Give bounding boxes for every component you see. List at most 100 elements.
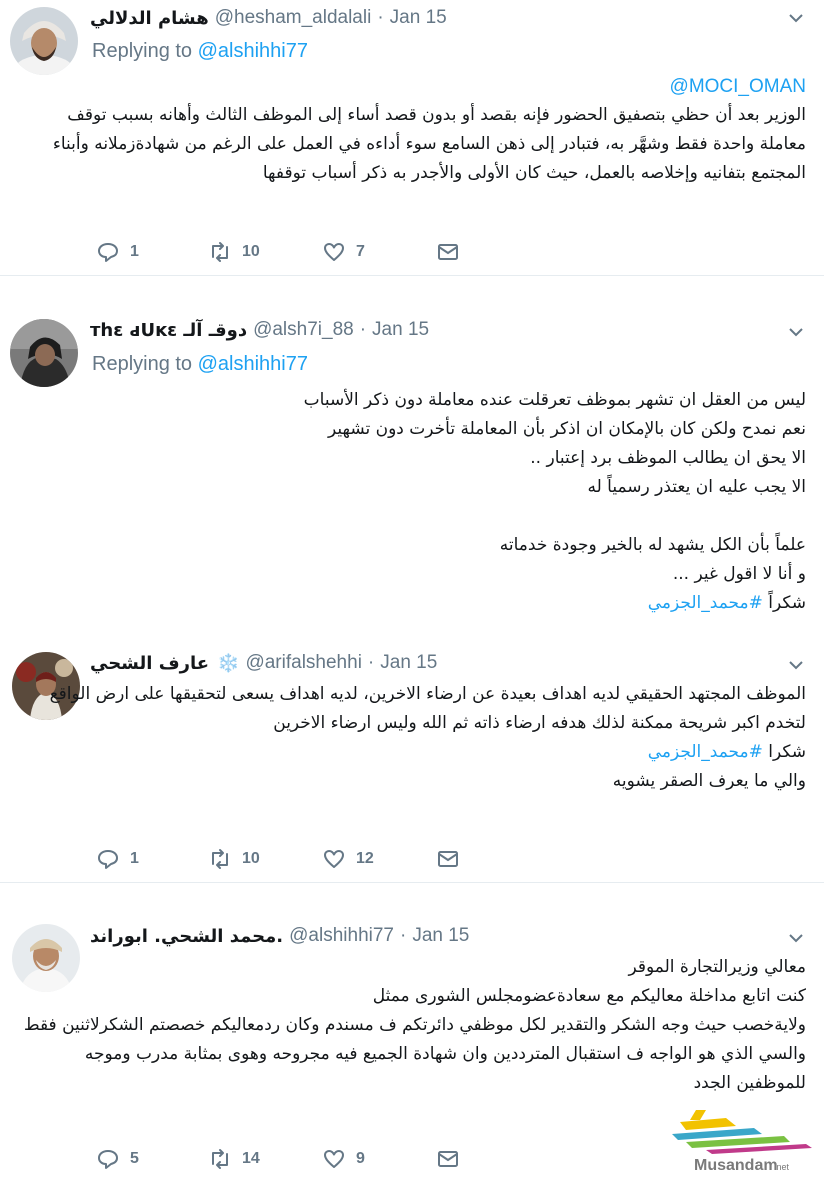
user-handle[interactable]: @arifalshehhi [245,652,361,674]
user-handle[interactable]: @alsh7i_88 [253,319,354,341]
text-line: المجتمع بتفانيه وإخلاصه بالعمل، حيث كان … [262,163,806,183]
tweet-text: الموظف المجتهد الحقيقي لديه اهداف بعيدة … [49,680,806,796]
like-button[interactable]: 12 [322,847,436,871]
direct-message-button[interactable] [436,240,460,264]
text-line: ولايةخصب حيث وجه الشكر والتقدير لكل موظف… [23,1015,806,1035]
tweet-actions: 1 10 7 [96,238,460,266]
retweet-icon [212,1149,228,1169]
retweet-button[interactable]: 10 [208,847,322,871]
tweet-text: ليس من العقل ان تشهر بموظف تعرقلت عنده م… [86,386,806,618]
tweet-header: ᴛһε ԁUĸε دوقـ آلـ @alsh7i_88 · Jan 15 [90,317,429,343]
tweet-divider [0,275,824,276]
user-handle[interactable]: @alshihhi77 [289,925,394,947]
snowflake-icon: ❄️ [217,652,240,674]
text-line: الا يحق ان يطالب الموظف برد إعتبار .. [530,448,806,468]
text-line: علماً بأن الكل يشهد له بالخير وجودة خدما… [499,535,806,555]
tweet-date[interactable]: Jan 15 [372,319,429,341]
display-name[interactable]: هشام الدلالي [90,8,209,29]
retweet-count: 14 [242,1150,260,1167]
chevron-down-icon[interactable] [786,928,806,948]
replying-to-link[interactable]: @alshihhi77 [198,353,308,375]
envelope-icon [438,244,458,260]
tweet-date[interactable]: Jan 15 [380,652,437,674]
tweet-header: محمد الشحي. ابوراند. @alshihhi77 · Jan 1… [90,923,469,949]
tweet-text: معالي وزيرالتجارة الموقر كنت اتابع مداخل… [23,953,807,1098]
display-name[interactable]: ᴛһε ԁUĸε دوقـ آلـ [90,320,247,341]
tweet-divider [0,882,824,883]
tweet-header: هشام الدلالي @hesham_aldalali · Jan 15 [90,5,447,31]
avatar[interactable] [10,319,78,387]
tweet-text: @MOCI_OMAN الوزير بعد أن حظي بتصفيق الحض… [52,72,806,188]
reply-icon [98,850,118,869]
heart-icon [324,243,344,261]
tweet-actions: 1 10 12 [96,845,460,873]
like-count: 12 [356,850,374,867]
reply-button[interactable]: 5 [96,1147,208,1171]
heart-icon [324,850,344,868]
avatar[interactable] [12,924,80,992]
hashtag-link[interactable]: #محمد_الجزمي [648,742,763,762]
text-line [86,502,806,531]
text-line: والسي الذي هو الواجه ف استقبال المترددين… [84,1044,806,1064]
envelope-icon [438,851,458,867]
text-line: كنت اتابع مداخلة معاليكم مع سعادةعضومجلس… [372,986,806,1006]
reply-button[interactable]: 1 [96,240,208,264]
envelope-icon [438,1151,458,1167]
text-line: ليس من العقل ان تشهر بموظف تعرقلت عنده م… [303,390,806,410]
like-button[interactable]: 9 [322,1147,436,1171]
chevron-down-icon[interactable] [786,655,806,675]
reply-count: 1 [130,850,139,867]
replying-to: Replying to @alshihhi77 [92,353,308,376]
watermark-logo: Musandam .net [666,1104,816,1174]
reply-count: 1 [130,243,139,260]
separator-dot: · [367,652,375,673]
tweet-date[interactable]: Jan 15 [412,925,469,947]
reply-button[interactable]: 1 [96,847,208,871]
reply-count: 5 [130,1150,139,1167]
direct-message-button[interactable] [436,1147,460,1171]
like-count: 7 [356,243,365,260]
chevron-down-icon[interactable] [786,322,806,342]
tweet-3[interactable]: عارف الشحي ❄️ @arifalshehhi · Jan 15 الم… [0,640,824,880]
text-line: معاملة واحدة فقط وشهَّر به، فتبادر إلى ذ… [52,134,806,154]
replying-prefix: Replying to [92,353,193,375]
text-line: الا يجب عليه ان يعتذر رسمياً له [587,477,806,497]
watermark-text: Musandam [694,1157,778,1174]
tweet-date[interactable]: Jan 15 [390,7,447,29]
retweet-button[interactable]: 14 [208,1147,322,1171]
text-line: لتخدم اكبر شريحة ممكنة لذلك هدفه ارضاء ذ… [273,713,806,733]
text-line: نعم نمدح ولكن كان بالإمكان ان اذكر بأن ا… [327,419,806,439]
tweet-1[interactable]: هشام الدلالي @hesham_aldalali · Jan 15 R… [0,0,824,274]
text-line: والي ما يعرف الصقر يشويه [612,771,806,791]
text-line: الوزير بعد أن حظي بتصفيق الحضور فإنه بقص… [67,105,806,125]
hashtag-link[interactable]: #محمد_الجزمي [648,593,763,613]
like-button[interactable]: 7 [322,240,436,264]
retweet-count: 10 [242,243,260,260]
retweet-count: 10 [242,850,260,867]
retweet-button[interactable]: 10 [208,240,322,264]
replying-to-link[interactable]: @alshihhi77 [198,40,308,62]
display-name[interactable]: عارف الشحي [90,653,209,674]
retweet-icon [212,849,228,869]
direct-message-button[interactable] [436,847,460,871]
tweet-actions: 5 14 9 [96,1145,460,1173]
display-name[interactable]: محمد الشحي. ابوراند. [90,926,283,947]
avatar[interactable] [10,7,78,75]
user-handle[interactable]: @hesham_aldalali [215,7,372,29]
text-prefix: شكرا [762,742,806,762]
reply-icon [98,243,118,262]
chevron-down-icon[interactable] [786,8,806,28]
separator-dot: · [377,7,384,28]
text-line: معالي وزيرالتجارة الموقر [628,957,807,977]
replying-prefix: Replying to [92,40,193,62]
reply-icon [98,1150,118,1169]
text-line: للموظفين الجدد [693,1073,806,1093]
text-line: الموظف المجتهد الحقيقي لديه اهداف بعيدة … [49,684,806,704]
separator-dot: · [359,319,367,340]
watermark-suffix: .net [774,1162,790,1172]
retweet-icon [212,242,228,262]
separator-dot: · [400,925,407,946]
tweet-header: عارف الشحي ❄️ @arifalshehhi · Jan 15 [90,650,437,676]
mention-link[interactable]: @MOCI_OMAN [670,76,806,97]
tweet-2[interactable]: ᴛһε ԁUĸε دوقـ آلـ @alsh7i_88 · Jan 15 Re… [0,300,824,630]
